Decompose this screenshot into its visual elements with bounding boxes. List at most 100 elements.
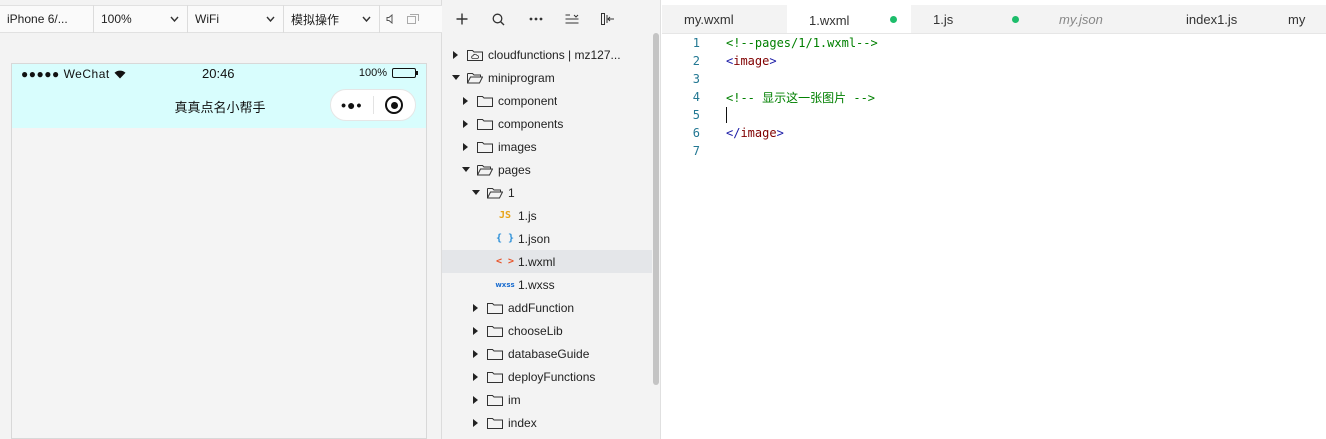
explorer-scrollbar[interactable] [653,33,659,385]
caret-right-icon[interactable] [471,326,481,335]
caret-down-icon[interactable] [451,74,461,81]
tree-item-label: addFunction [508,300,575,315]
editor-tab-label: my [1288,12,1306,27]
phone-header: ●●●●● WeChat 20:46 100% 真真点名小帮手 •●• [12,64,426,128]
code-line[interactable]: 7 [662,142,1326,160]
editor-tab[interactable]: index1.js [1164,5,1266,33]
tree-item[interactable]: 1 [442,181,652,204]
device-select[interactable]: iPhone 6/... [0,5,94,33]
editor-tab[interactable]: my [1266,5,1326,33]
folder-icon [487,417,503,429]
line-number: 5 [692,108,700,122]
folder-open-icon [487,187,503,199]
tree-item-label: index [508,415,537,430]
device-select-label: iPhone 6/... [7,12,68,26]
tree-item[interactable]: addFunction [442,296,652,319]
text-cursor [726,107,727,123]
more-icon[interactable]: •●• [331,97,373,113]
file-explorer: cloudfunctions | mz127... miniprogram comp… [442,0,661,439]
tree-item[interactable]: component [442,89,652,112]
network-select-label: WiFi [195,12,219,26]
tree-item[interactable]: miniprogram [442,66,652,89]
battery-icon [392,68,418,78]
editor-tab[interactable]: 1.wxml [787,5,911,33]
tree-item-label: miniprogram [488,70,555,85]
window-icon[interactable] [402,5,424,33]
volume-icon[interactable] [380,5,402,33]
folder-icon [487,394,503,406]
zoom-select-label: 100% [101,12,132,26]
caret-down-icon[interactable] [461,166,471,173]
unsaved-dot-icon[interactable] [1012,16,1019,23]
close-target-icon[interactable] [373,96,415,114]
editor-tab-label: 1.wxml [809,12,850,28]
line-number: 3 [692,72,700,86]
split-view-icon[interactable] [586,5,630,33]
tree-item[interactable]: JS 1.js [442,204,652,227]
line-number: 7 [692,144,700,158]
tree-item[interactable]: < >1.wxml [442,250,652,273]
tree-item[interactable]: im [442,388,652,411]
search-icon[interactable] [482,5,514,33]
folder-icon [487,348,503,360]
editor-tab-label: my.wxml [684,12,734,27]
add-icon[interactable] [442,5,482,33]
code-line[interactable]: 2 <image> [662,52,1326,70]
caret-right-icon[interactable] [471,372,481,381]
caret-right-icon[interactable] [461,119,471,128]
collapse-all-icon[interactable] [558,5,586,33]
unsaved-dot-icon[interactable] [890,16,897,23]
code-line[interactable]: 6 </image> [662,124,1326,142]
tree-item[interactable]: components [442,112,652,135]
wifi-icon [110,67,126,81]
caret-right-icon[interactable] [471,418,481,427]
tree-item[interactable]: images [442,135,652,158]
zoom-select[interactable]: 100% [94,5,188,33]
tree-item[interactable]: pages [442,158,652,181]
caret-right-icon[interactable] [451,50,461,59]
code-line[interactable]: 3 [662,70,1326,88]
tree-item[interactable]: databaseGuide [442,342,652,365]
tree-item-label: 1.wxss [518,277,555,292]
folder-open-icon [467,72,483,84]
tree-item[interactable]: { } 1.json [442,227,652,250]
caret-right-icon[interactable] [471,349,481,358]
editor-tab[interactable]: my.json [1037,5,1164,33]
editor-tab[interactable]: my.wxml [662,5,787,33]
mode-select-label: 模拟操作 [291,12,340,27]
tree-item[interactable]: index [442,411,652,434]
chevron-down-icon [170,14,179,24]
tree-item[interactable]: chooseLib [442,319,652,342]
tree-item[interactable]: deployFunctions [442,365,652,388]
caret-right-icon[interactable] [471,395,481,404]
caret-right-icon[interactable] [461,142,471,151]
code-line[interactable]: 1 <!--pages/1/1.wxml--> [662,34,1326,52]
carrier-label: ●●●●● WeChat [21,67,110,81]
code-area[interactable]: 1 <!--pages/1/1.wxml--> 2 <image> 3 4 <!-- 显示这… [662,34,1326,160]
network-select[interactable]: WiFi [188,5,284,33]
caret-right-icon[interactable] [471,303,481,312]
wxss-file-icon: wxss [495,280,515,289]
cloud-folder-icon [467,49,483,61]
tree-item-label: databaseGuide [508,346,590,361]
editor-tab[interactable]: 1.js [911,5,1037,33]
line-number: 1 [692,36,700,50]
js-file-icon: JS [498,210,512,221]
menu-capsule: •●• [330,89,416,121]
battery-percent: 100% [358,67,387,79]
code-text: <!-- 显示这一张图片 --> [726,90,876,105]
tree-item-label: pages [498,162,531,177]
tree-item[interactable]: wxss 1.wxss [442,273,652,296]
folder-open-icon [477,164,493,176]
caret-right-icon[interactable] [461,96,471,105]
caret-down-icon[interactable] [471,189,481,196]
code-line[interactable]: 4 <!-- 显示这一张图片 --> [662,88,1326,106]
tree-item-label: components [498,116,564,131]
more-options-icon[interactable] [514,5,558,33]
tree-item[interactable]: cloudfunctions | mz127... [442,43,652,66]
tree-item-label: im [508,392,521,407]
folder-icon [477,118,493,130]
code-line[interactable]: 5 [662,106,1326,124]
mode-select[interactable]: 模拟操作 [284,5,380,33]
folder-icon [487,302,503,314]
